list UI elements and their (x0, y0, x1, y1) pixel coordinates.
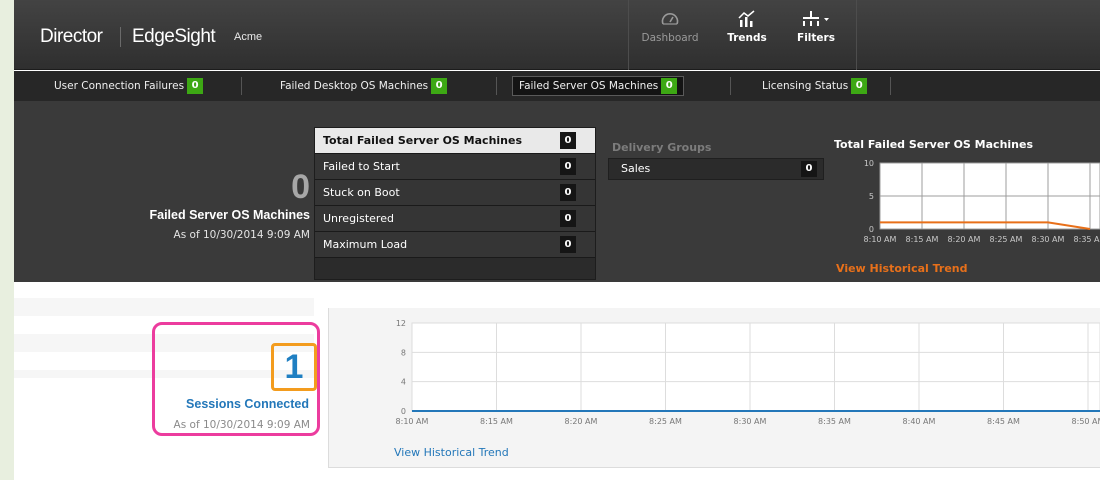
x-tick-label: 8:15 AM (906, 235, 939, 244)
nav-divider (628, 0, 629, 70)
failed-server-timestamp: As of 10/30/2014 9:09 AM (173, 229, 310, 241)
x-tick-label: 8:35 AM (1074, 235, 1100, 244)
filters-icon (803, 11, 829, 26)
x-tick-label: 8:10 AM (396, 417, 429, 426)
nav-filters-label: Filters (797, 32, 835, 44)
plot-area (411, 322, 1100, 412)
mini-chart-title: Total Failed Server OS Machines (834, 138, 1034, 151)
chevron-down-icon (824, 18, 829, 21)
sessions-connected-count: 1 (271, 343, 317, 391)
x-tick-label: 8:20 AM (948, 235, 981, 244)
row-label: Failed to Start (323, 160, 400, 173)
x-tick-label: 8:15 AM (480, 417, 513, 426)
sessions-connected-title[interactable]: Sessions Connected (186, 397, 309, 411)
row-label: Total Failed Server OS Machines (323, 134, 523, 147)
director-app: Director EdgeSight Acme Dashboard Trends (14, 0, 1100, 480)
nav-trends-button[interactable]: Trends (722, 10, 772, 60)
nav-dashboard-label: Dashboard (641, 32, 699, 44)
nav-trends-label: Trends (727, 32, 767, 44)
delivery-groups-title: Delivery Groups (612, 141, 712, 154)
module-name: EdgeSight (132, 26, 216, 47)
tab-label: Licensing Status (762, 80, 849, 92)
tab-label: Failed Server OS Machines (519, 80, 659, 92)
x-tick-label: 8:20 AM (565, 417, 598, 426)
nav-divider (856, 0, 857, 70)
table-row-stuck-on-boot[interactable]: Stuck on Boot 0 (315, 180, 595, 206)
tab-divider (496, 77, 497, 95)
product-name: Director (40, 26, 103, 47)
brand-divider (120, 27, 121, 47)
row-count: 0 (560, 184, 576, 201)
failure-breakdown-table: Total Failed Server OS Machines 0 Failed… (314, 127, 596, 280)
tab-divider (890, 77, 891, 95)
x-tick-label: 8:50 AM (1072, 417, 1100, 426)
nav-filters-button[interactable]: Filters (786, 10, 846, 60)
tab-user-connection-failures[interactable]: User Connection Failures 0 (48, 76, 209, 96)
row-count: 0 (560, 158, 576, 175)
x-tick-label: 8:40 AM (903, 417, 936, 426)
tab-failed-server-os-machines[interactable]: Failed Server OS Machines 0 (512, 76, 685, 96)
y-tick-label: 5 (869, 192, 874, 201)
x-tick-label: 8:45 AM (987, 417, 1020, 426)
y-tick-label: 0 (869, 225, 874, 234)
delivery-group-row-sales[interactable]: Sales 0 (608, 158, 824, 180)
tab-licensing-status[interactable]: Licensing Status 0 (756, 76, 873, 96)
tab-label: User Connection Failures (54, 80, 185, 92)
sessions-view-historical-trend-link[interactable]: View Historical Trend (394, 446, 509, 459)
nav-dashboard-button[interactable]: Dashboard (634, 10, 706, 60)
sessions-trend-chart: 0 4 8 12 8:10 AM 8:15 AM 8:20 AM 8:25 AM 8:30 AM… (396, 319, 1100, 426)
table-row-total[interactable]: Total Failed Server OS Machines 0 (315, 128, 595, 154)
row-label: Stuck on Boot (323, 186, 400, 199)
row-label: Maximum Load (323, 238, 408, 251)
count-badge: 0 (661, 78, 678, 94)
x-tick-label: 8:25 AM (990, 235, 1023, 244)
failed-server-trend-chart: 0 5 10 8:10 AM 8:15 AM 8:20 AM 8:25 AM 8:30 AM 8… (864, 159, 1100, 244)
row-count: 0 (801, 161, 817, 177)
tenant-name: Acme (234, 31, 263, 43)
y-tick-label: 4 (401, 378, 406, 387)
row-count: 0 (560, 210, 576, 227)
y-tick-label: 12 (396, 319, 406, 328)
top-bar: Director EdgeSight Acme Dashboard Trends (14, 0, 1100, 70)
trends-chart-icon (738, 10, 755, 27)
x-tick-label: 8:25 AM (649, 417, 682, 426)
tab-failed-desktop-os-machines[interactable]: Failed Desktop OS Machines 0 (274, 76, 453, 96)
count-badge: 0 (851, 78, 868, 94)
x-tick-label: 8:30 AM (734, 417, 767, 426)
view-historical-trend-link[interactable]: View Historical Trend (836, 262, 968, 275)
y-tick-label: 10 (864, 159, 874, 168)
x-tick-label: 8:30 AM (1032, 235, 1065, 244)
y-tick-label: 0 (401, 407, 406, 416)
x-tick-label: 8:10 AM (864, 235, 897, 244)
table-row-failed-to-start[interactable]: Failed to Start 0 (315, 154, 595, 180)
failed-server-title[interactable]: Failed Server OS Machines (150, 208, 311, 222)
table-row-maximum-load[interactable]: Maximum Load 0 (315, 232, 595, 258)
tab-divider (241, 77, 242, 95)
status-strip: User Connection Failures 0 Failed Desktop… (14, 71, 1100, 101)
delivery-groups-box: Delivery Groups Sales 0 (600, 127, 838, 280)
row-count: 0 (560, 132, 576, 149)
x-tick-label: 8:35 AM (818, 417, 851, 426)
dashboard-gauge-icon (661, 13, 679, 25)
count-badge: 0 (187, 78, 204, 94)
count-badge: 0 (431, 78, 448, 94)
row-label: Sales (621, 162, 651, 175)
row-label: Unregistered (323, 212, 394, 225)
tab-label: Failed Desktop OS Machines (280, 80, 429, 92)
tab-divider (730, 77, 731, 95)
y-tick-label: 8 (401, 348, 406, 357)
sessions-timestamp: As of 10/30/2014 9:09 AM (173, 419, 310, 431)
failed-server-count: 0 (291, 168, 310, 206)
row-count: 0 (560, 236, 576, 253)
table-row-unregistered[interactable]: Unregistered 0 (315, 206, 595, 232)
